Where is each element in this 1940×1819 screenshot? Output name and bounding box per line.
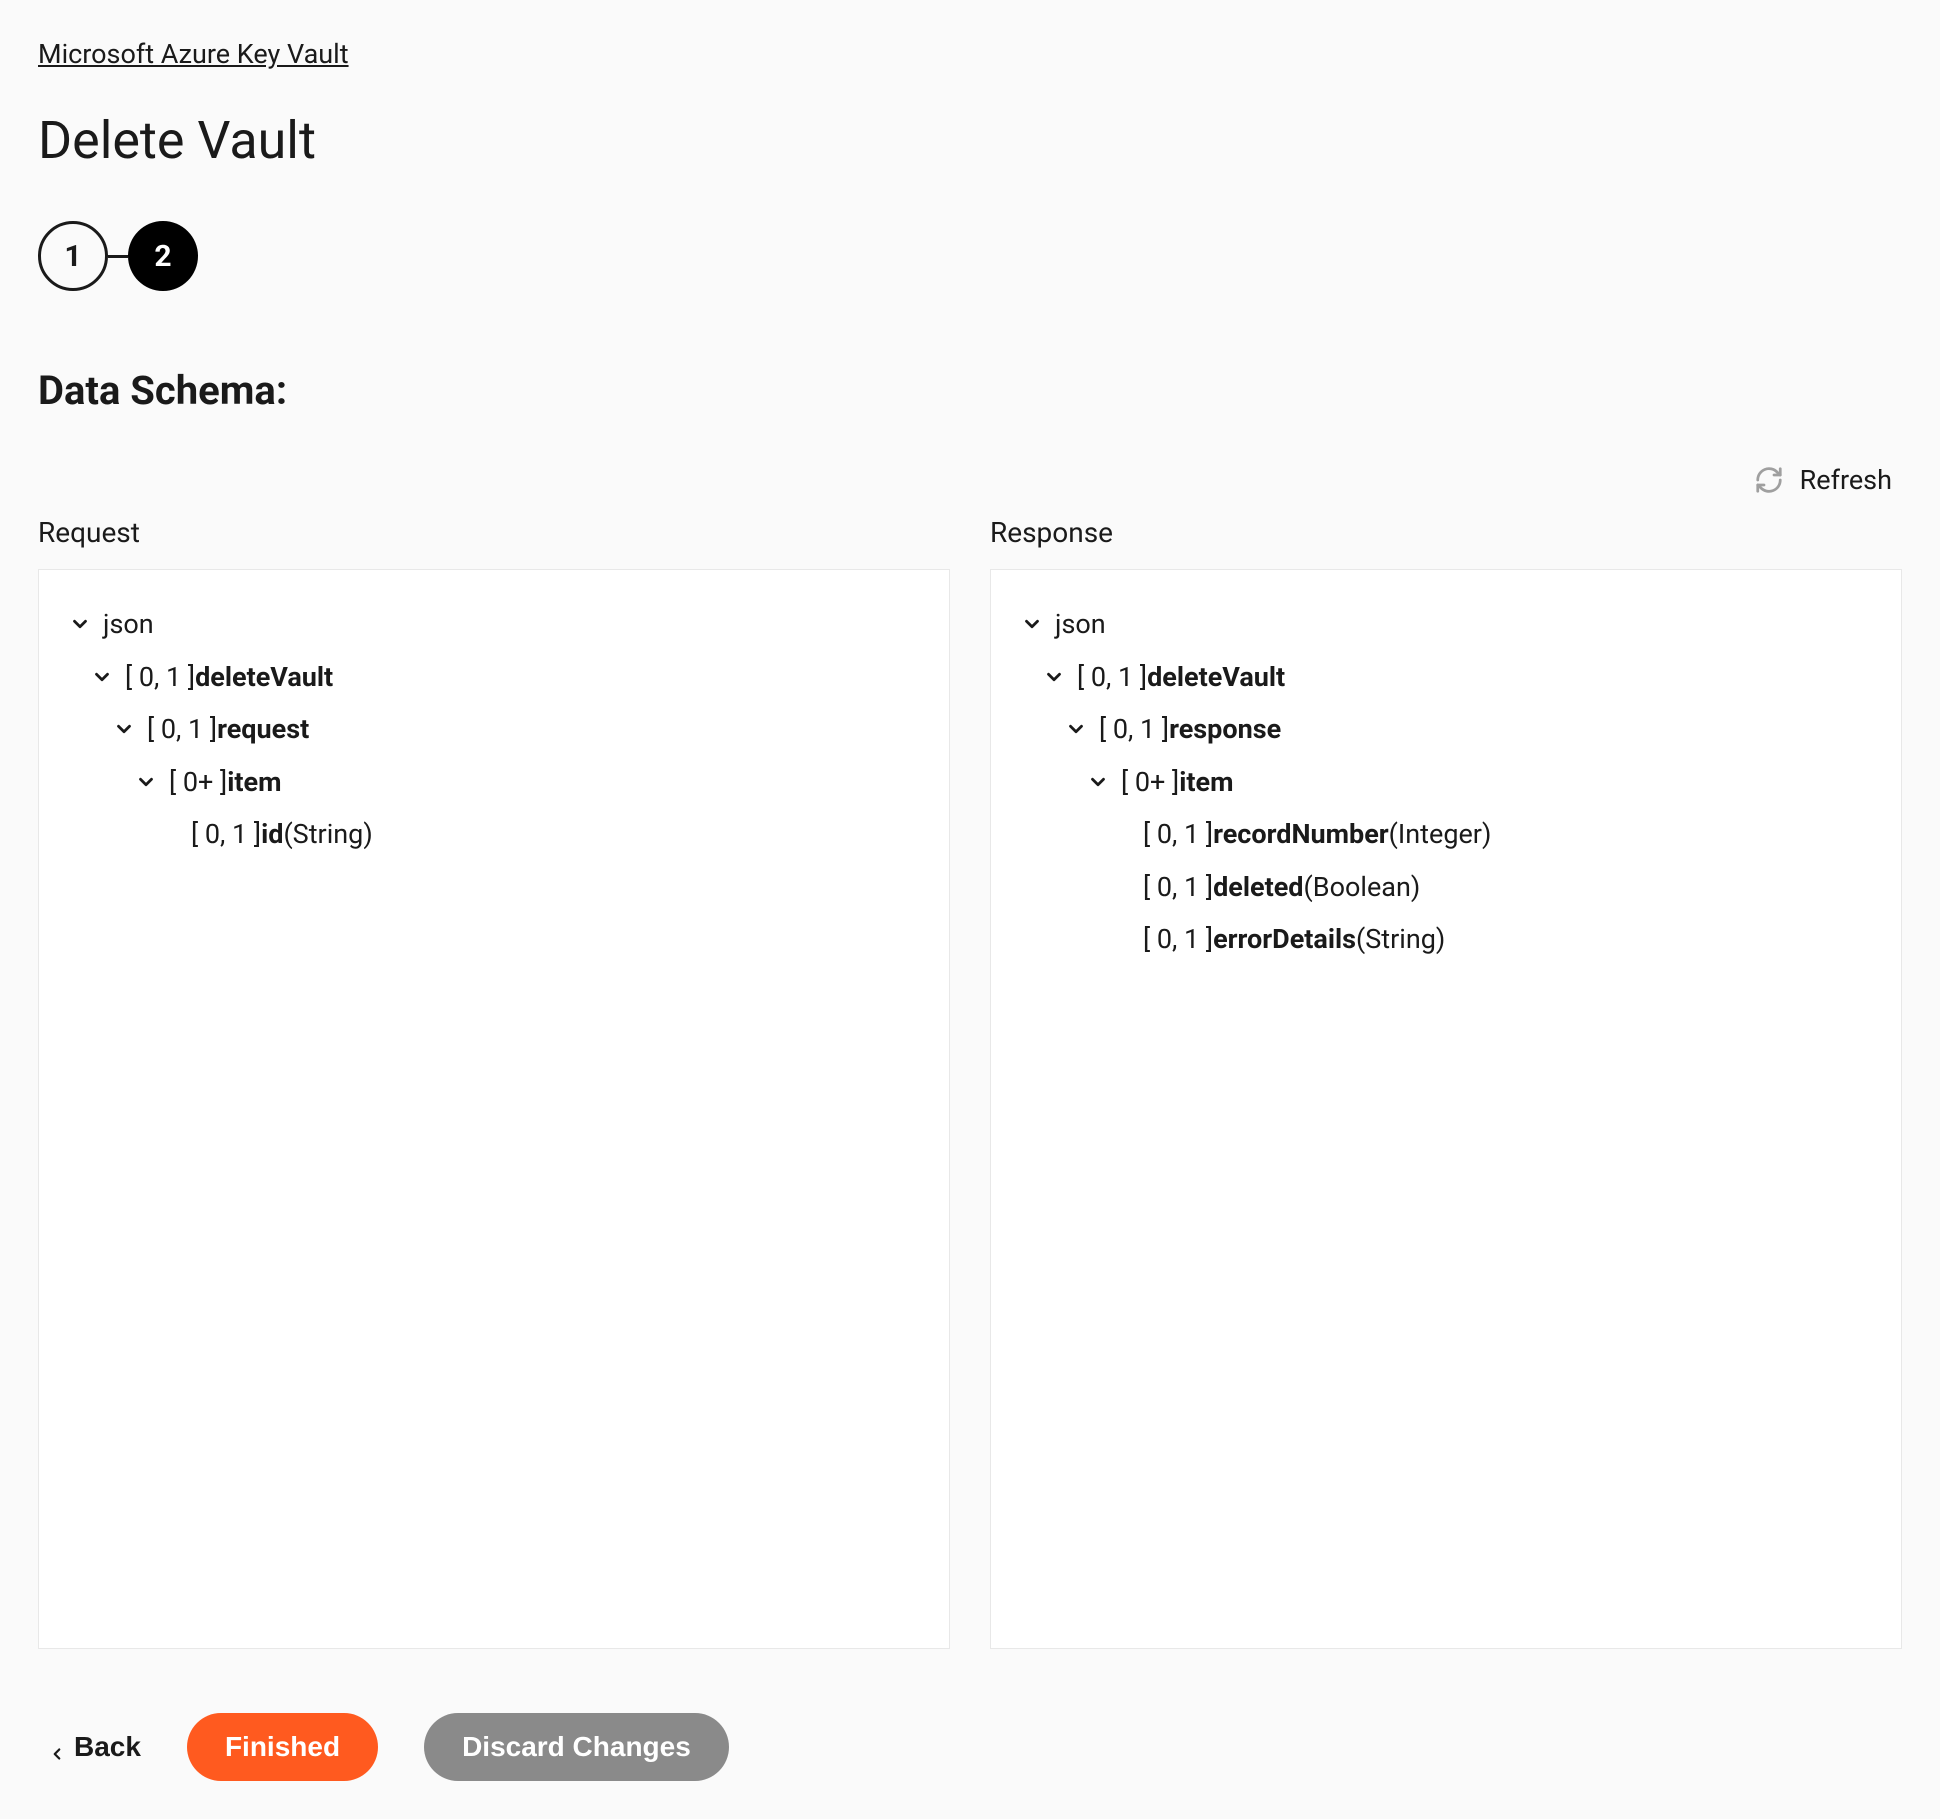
tree-node-cardinality: [ 0, 1 ]: [125, 655, 195, 700]
response-heading: Response: [990, 516, 1902, 549]
page-title: Delete Vault: [38, 110, 1902, 171]
tree-node-name: deleteVault: [195, 655, 333, 700]
tree-node-cardinality: [ 0, 1 ]: [147, 707, 217, 752]
tree-node-item[interactable]: [ 0+ ] item: [69, 756, 919, 809]
response-schema-box: json [ 0, 1 ] deleteVault [ 0, 1 ] respo…: [990, 569, 1902, 1649]
tree-node-name: deleted: [1213, 865, 1303, 910]
request-schema-box: json [ 0, 1 ] deleteVault [ 0, 1 ] reque…: [38, 569, 950, 1649]
tree-node-deletevault[interactable]: [ 0, 1 ] deleteVault: [1021, 651, 1871, 704]
tree-node-name: request: [217, 707, 309, 752]
stepper: 1 2: [38, 221, 1902, 291]
step-1[interactable]: 1: [38, 221, 108, 291]
chevron-down-icon[interactable]: [91, 666, 113, 688]
tree-node-cardinality: [ 0, 1 ]: [1143, 812, 1213, 857]
tree-node-deletevault[interactable]: [ 0, 1 ] deleteVault: [69, 651, 919, 704]
step-connector: [108, 255, 128, 258]
tree-node-cardinality: [ 0+ ]: [169, 760, 227, 805]
tree-node-label: json: [1055, 602, 1106, 647]
tree-node-name: recordNumber: [1213, 812, 1389, 857]
tree-node-cardinality: [ 0+ ]: [1121, 760, 1179, 805]
chevron-down-icon[interactable]: [1065, 718, 1087, 740]
tree-node-cardinality: [ 0, 1 ]: [1143, 917, 1213, 962]
tree-node-deleted[interactable]: [ 0, 1 ] deleted (Boolean): [1021, 861, 1871, 914]
tree-node-cardinality: [ 0, 1 ]: [1143, 865, 1213, 910]
tree-node-type: (String): [283, 812, 372, 857]
tree-node-label: json: [103, 602, 154, 647]
tree-node-item[interactable]: [ 0+ ] item: [1021, 756, 1871, 809]
tree-node-response[interactable]: [ 0, 1 ] response: [1021, 703, 1871, 756]
back-button-label: Back: [74, 1731, 141, 1763]
tree-node-id[interactable]: [ 0, 1 ] id (String): [69, 808, 919, 861]
tree-node-name: errorDetails: [1213, 917, 1356, 962]
back-button[interactable]: Back: [48, 1731, 141, 1763]
breadcrumb-link[interactable]: Microsoft Azure Key Vault: [38, 38, 349, 70]
section-title: Data Schema:: [38, 367, 1902, 414]
tree-node-type: (String): [1356, 917, 1445, 962]
tree-node-json[interactable]: json: [69, 598, 919, 651]
tree-node-name: response: [1169, 707, 1281, 752]
tree-node-type: (Integer): [1389, 812, 1492, 857]
refresh-button[interactable]: Refresh: [1800, 464, 1892, 496]
step-2[interactable]: 2: [128, 221, 198, 291]
tree-node-name: deleteVault: [1147, 655, 1285, 700]
tree-node-cardinality: [ 0, 1 ]: [1077, 655, 1147, 700]
chevron-left-icon: [48, 1738, 66, 1756]
chevron-down-icon[interactable]: [1021, 613, 1043, 635]
refresh-icon[interactable]: [1754, 465, 1784, 495]
tree-node-name: id: [261, 812, 283, 857]
discard-changes-button[interactable]: Discard Changes: [424, 1713, 729, 1781]
tree-node-errordetails[interactable]: [ 0, 1 ] errorDetails (String): [1021, 913, 1871, 966]
tree-node-request[interactable]: [ 0, 1 ] request: [69, 703, 919, 756]
tree-node-name: item: [1179, 760, 1233, 805]
tree-node-cardinality: [ 0, 1 ]: [1099, 707, 1169, 752]
finished-button[interactable]: Finished: [187, 1713, 378, 1781]
chevron-down-icon[interactable]: [69, 613, 91, 635]
chevron-down-icon[interactable]: [135, 771, 157, 793]
chevron-down-icon[interactable]: [1087, 771, 1109, 793]
tree-node-recordnumber[interactable]: [ 0, 1 ] recordNumber (Integer): [1021, 808, 1871, 861]
tree-node-cardinality: [ 0, 1 ]: [191, 812, 261, 857]
request-heading: Request: [38, 516, 950, 549]
tree-node-type: (Boolean): [1304, 865, 1421, 910]
tree-node-json[interactable]: json: [1021, 598, 1871, 651]
chevron-down-icon[interactable]: [1043, 666, 1065, 688]
tree-node-name: item: [227, 760, 281, 805]
chevron-down-icon[interactable]: [113, 718, 135, 740]
